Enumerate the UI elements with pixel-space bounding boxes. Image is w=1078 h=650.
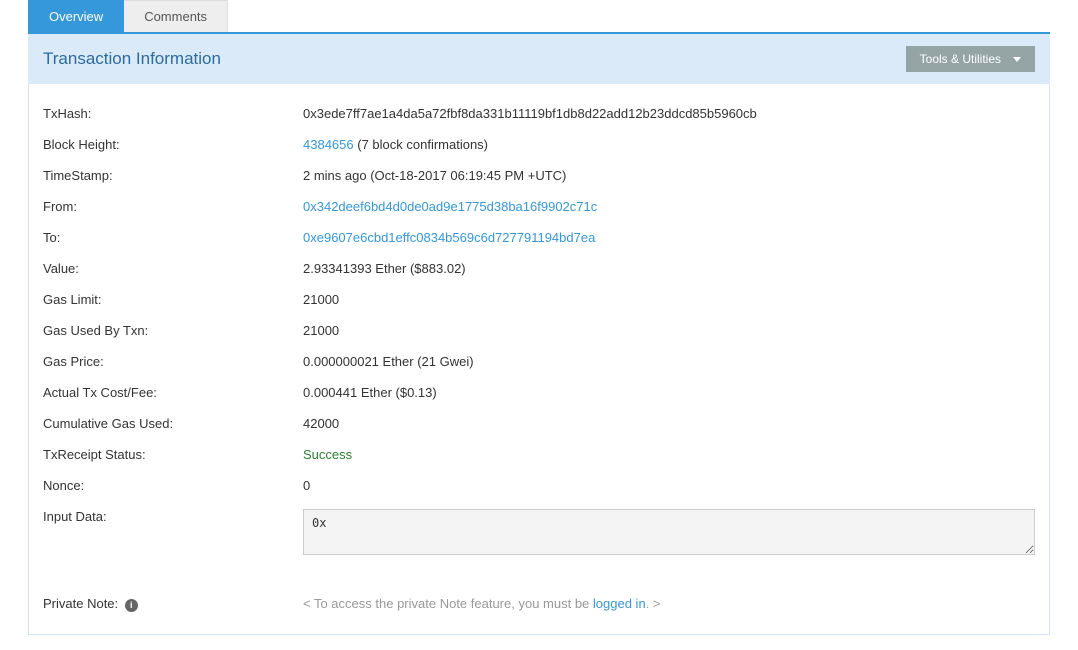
label-input-data: Input Data: [43, 509, 303, 558]
label-cumulative-gas: Cumulative Gas Used: [43, 416, 303, 431]
label-gas-used: Gas Used By Txn: [43, 323, 303, 338]
block-confirmations: (7 block confirmations) [354, 137, 488, 152]
value-receipt-status: Success [303, 447, 1035, 462]
label-from: From: [43, 199, 303, 214]
value-gas-price: 0.000000021 Ether (21 Gwei) [303, 354, 1035, 369]
panel-body: TxHash: 0x3ede7ff7ae1a4da5a72fbf8da331b1… [28, 84, 1050, 635]
from-address-link[interactable]: 0x342deef6bd4d0de0ad9e1775d38ba16f9902c7… [303, 199, 597, 214]
logged-in-link[interactable]: logged in [593, 596, 646, 611]
value-txhash: 0x3ede7ff7ae1a4da5a72fbf8da331b11119bf1d… [303, 106, 1035, 121]
label-timestamp: TimeStamp: [43, 168, 303, 183]
label-gas-limit: Gas Limit: [43, 292, 303, 307]
label-actual-cost: Actual Tx Cost/Fee: [43, 385, 303, 400]
tabs: Overview Comments [28, 0, 1050, 34]
tab-overview[interactable]: Overview [28, 0, 124, 32]
to-address-link[interactable]: 0xe9607e6cbd1effc0834b569c6d727791194bd7… [303, 230, 595, 245]
block-height-link[interactable]: 4384656 [303, 137, 354, 152]
private-note-prefix: < To access the private Note feature, yo… [303, 596, 593, 611]
value-nonce: 0 [303, 478, 1035, 493]
info-icon: i [125, 599, 138, 612]
value-gas-used: 21000 [303, 323, 1035, 338]
panel-header: Transaction Information Tools & Utilitie… [28, 34, 1050, 84]
value-timestamp: 2 mins ago (Oct-18-2017 06:19:45 PM +UTC… [303, 168, 1035, 183]
label-txhash: TxHash: [43, 106, 303, 121]
private-note-text: Private Note: [43, 596, 122, 611]
label-private-note: Private Note: i [43, 596, 303, 612]
label-gas-price: Gas Price: [43, 354, 303, 369]
tools-utilities-button[interactable]: Tools & Utilities [906, 46, 1035, 72]
tools-utilities-label: Tools & Utilities [920, 52, 1001, 66]
label-value: Value: [43, 261, 303, 276]
value-block-height: 4384656 (7 block confirmations) [303, 137, 1035, 152]
label-nonce: Nonce: [43, 478, 303, 493]
label-to: To: [43, 230, 303, 245]
panel-title: Transaction Information [43, 49, 221, 69]
caret-down-icon [1013, 57, 1021, 62]
tab-comments[interactable]: Comments [124, 0, 228, 32]
private-note-suffix: . > [646, 596, 661, 611]
input-data-textarea[interactable] [303, 509, 1035, 555]
value-private-note: < To access the private Note feature, yo… [303, 596, 1035, 612]
value-amount: 2.93341393 Ether ($883.02) [303, 261, 1035, 276]
label-block-height: Block Height: [43, 137, 303, 152]
value-gas-limit: 21000 [303, 292, 1035, 307]
label-receipt-status: TxReceipt Status: [43, 447, 303, 462]
value-cumulative-gas: 42000 [303, 416, 1035, 431]
value-actual-cost: 0.000441 Ether ($0.13) [303, 385, 1035, 400]
